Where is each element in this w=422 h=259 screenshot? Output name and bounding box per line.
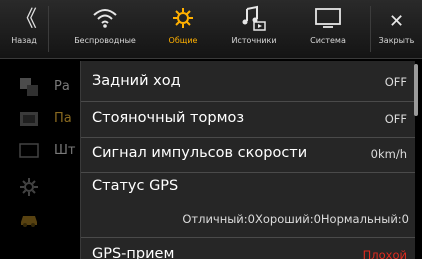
back-chevron-icon: 《 xyxy=(14,7,37,32)
tab-system-label: Система xyxy=(310,36,346,45)
close-icon: ✕ xyxy=(388,11,405,32)
gear-icon xyxy=(20,178,38,196)
gps-status-detail: Отличный:0Хороший:0Нормальный:0 xyxy=(182,212,409,226)
tab-sources-label: Источники xyxy=(231,36,277,45)
divider xyxy=(48,6,49,52)
list-item-gps-reception: GPS-прием Плохой xyxy=(81,238,415,259)
top-bar: 《 Назад Беспроводные Общие Источники Сис… xyxy=(0,0,422,59)
list-item-reverse: Задний ход OFF xyxy=(81,61,415,101)
tab-system[interactable]: Система xyxy=(290,0,366,58)
row-label: Задний ход xyxy=(92,73,181,89)
screen-icon xyxy=(19,143,39,158)
music-source-icon xyxy=(242,5,266,31)
list-item-gps-status: Статус GPS xyxy=(81,173,415,203)
list-item-speed-pulse: Сигнал импульсов скорости 0km/h xyxy=(81,138,415,174)
film-icon xyxy=(20,112,38,126)
monitor-icon xyxy=(315,8,341,28)
close-label: Закрыть xyxy=(378,36,415,45)
row-value: 0km/h xyxy=(370,147,407,161)
car-icon xyxy=(21,216,37,227)
row-value-warning: Плохой xyxy=(362,248,407,259)
sidebar-item-label[interactable]: Шт xyxy=(54,143,75,158)
tab-general-label: Общие xyxy=(168,36,198,45)
vehicle-status-popup: Задний ход OFF Стояночный тормоз OFF Сиг… xyxy=(80,61,415,259)
tab-sources[interactable]: Источники xyxy=(218,0,290,58)
back-label: Назад xyxy=(11,36,37,45)
row-label: Статус GPS xyxy=(92,178,179,194)
row-label: GPS-прием xyxy=(92,246,175,259)
back-button[interactable]: 《 Назад xyxy=(0,0,48,58)
tab-general[interactable]: Общие xyxy=(148,0,218,58)
row-label: Стояночный тормоз xyxy=(92,110,245,126)
list-item-gps-status-detail: Отличный:0Хороший:0Нормальный:0 xyxy=(81,203,415,237)
row-value: OFF xyxy=(384,75,407,89)
settings-sidebar: Ра Па Шт xyxy=(0,59,80,259)
list-item-parking-brake: Стояночный тормоз OFF xyxy=(81,102,415,138)
gear-icon xyxy=(173,8,193,28)
scrollbar[interactable] xyxy=(414,64,418,116)
sidebar-item-label[interactable]: Ра xyxy=(54,79,70,94)
tab-wireless-label: Беспроводные xyxy=(74,36,136,45)
sidebar-item-label[interactable]: Па xyxy=(54,111,72,126)
language-icon xyxy=(20,78,38,96)
row-label: Сигнал импульсов скорости xyxy=(92,145,308,161)
tab-wireless[interactable]: Беспроводные xyxy=(62,0,148,58)
wifi-icon xyxy=(93,9,117,28)
row-value: OFF xyxy=(384,112,407,126)
close-button[interactable]: ✕ Закрыть xyxy=(371,0,422,58)
